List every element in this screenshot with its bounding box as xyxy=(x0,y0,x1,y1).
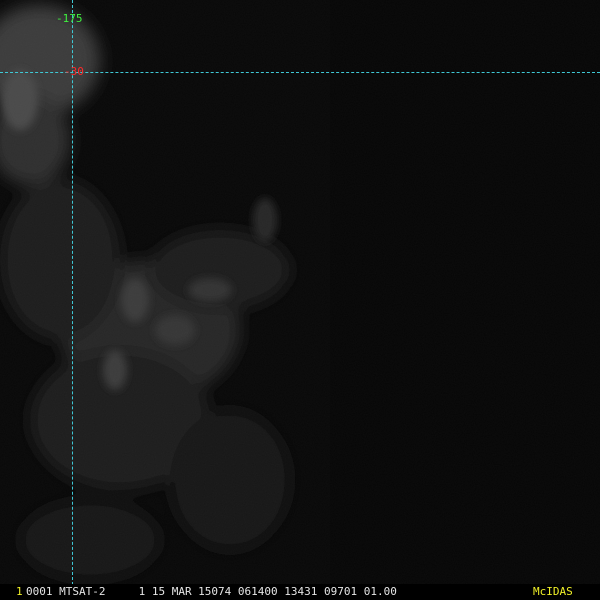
cloud-imagery xyxy=(0,0,600,600)
longitude-grid-line xyxy=(72,0,73,585)
latitude-grid-line xyxy=(0,72,600,73)
latitude-label: -30 xyxy=(64,65,84,78)
status-bar: 1 0001 MTSAT-2 1 15 MAR 15074 061400 134… xyxy=(0,584,600,600)
mcidas-brand: McIDAS xyxy=(533,585,573,598)
satellite-image: -175 -30 1 0001 MTSAT-2 1 15 MAR 15074 0… xyxy=(0,0,600,600)
image-metadata-text: 0001 MTSAT-2 1 15 MAR 15074 061400 13431… xyxy=(26,585,397,598)
longitude-label: -175 xyxy=(56,12,83,25)
frame-number: 1 xyxy=(16,585,23,598)
